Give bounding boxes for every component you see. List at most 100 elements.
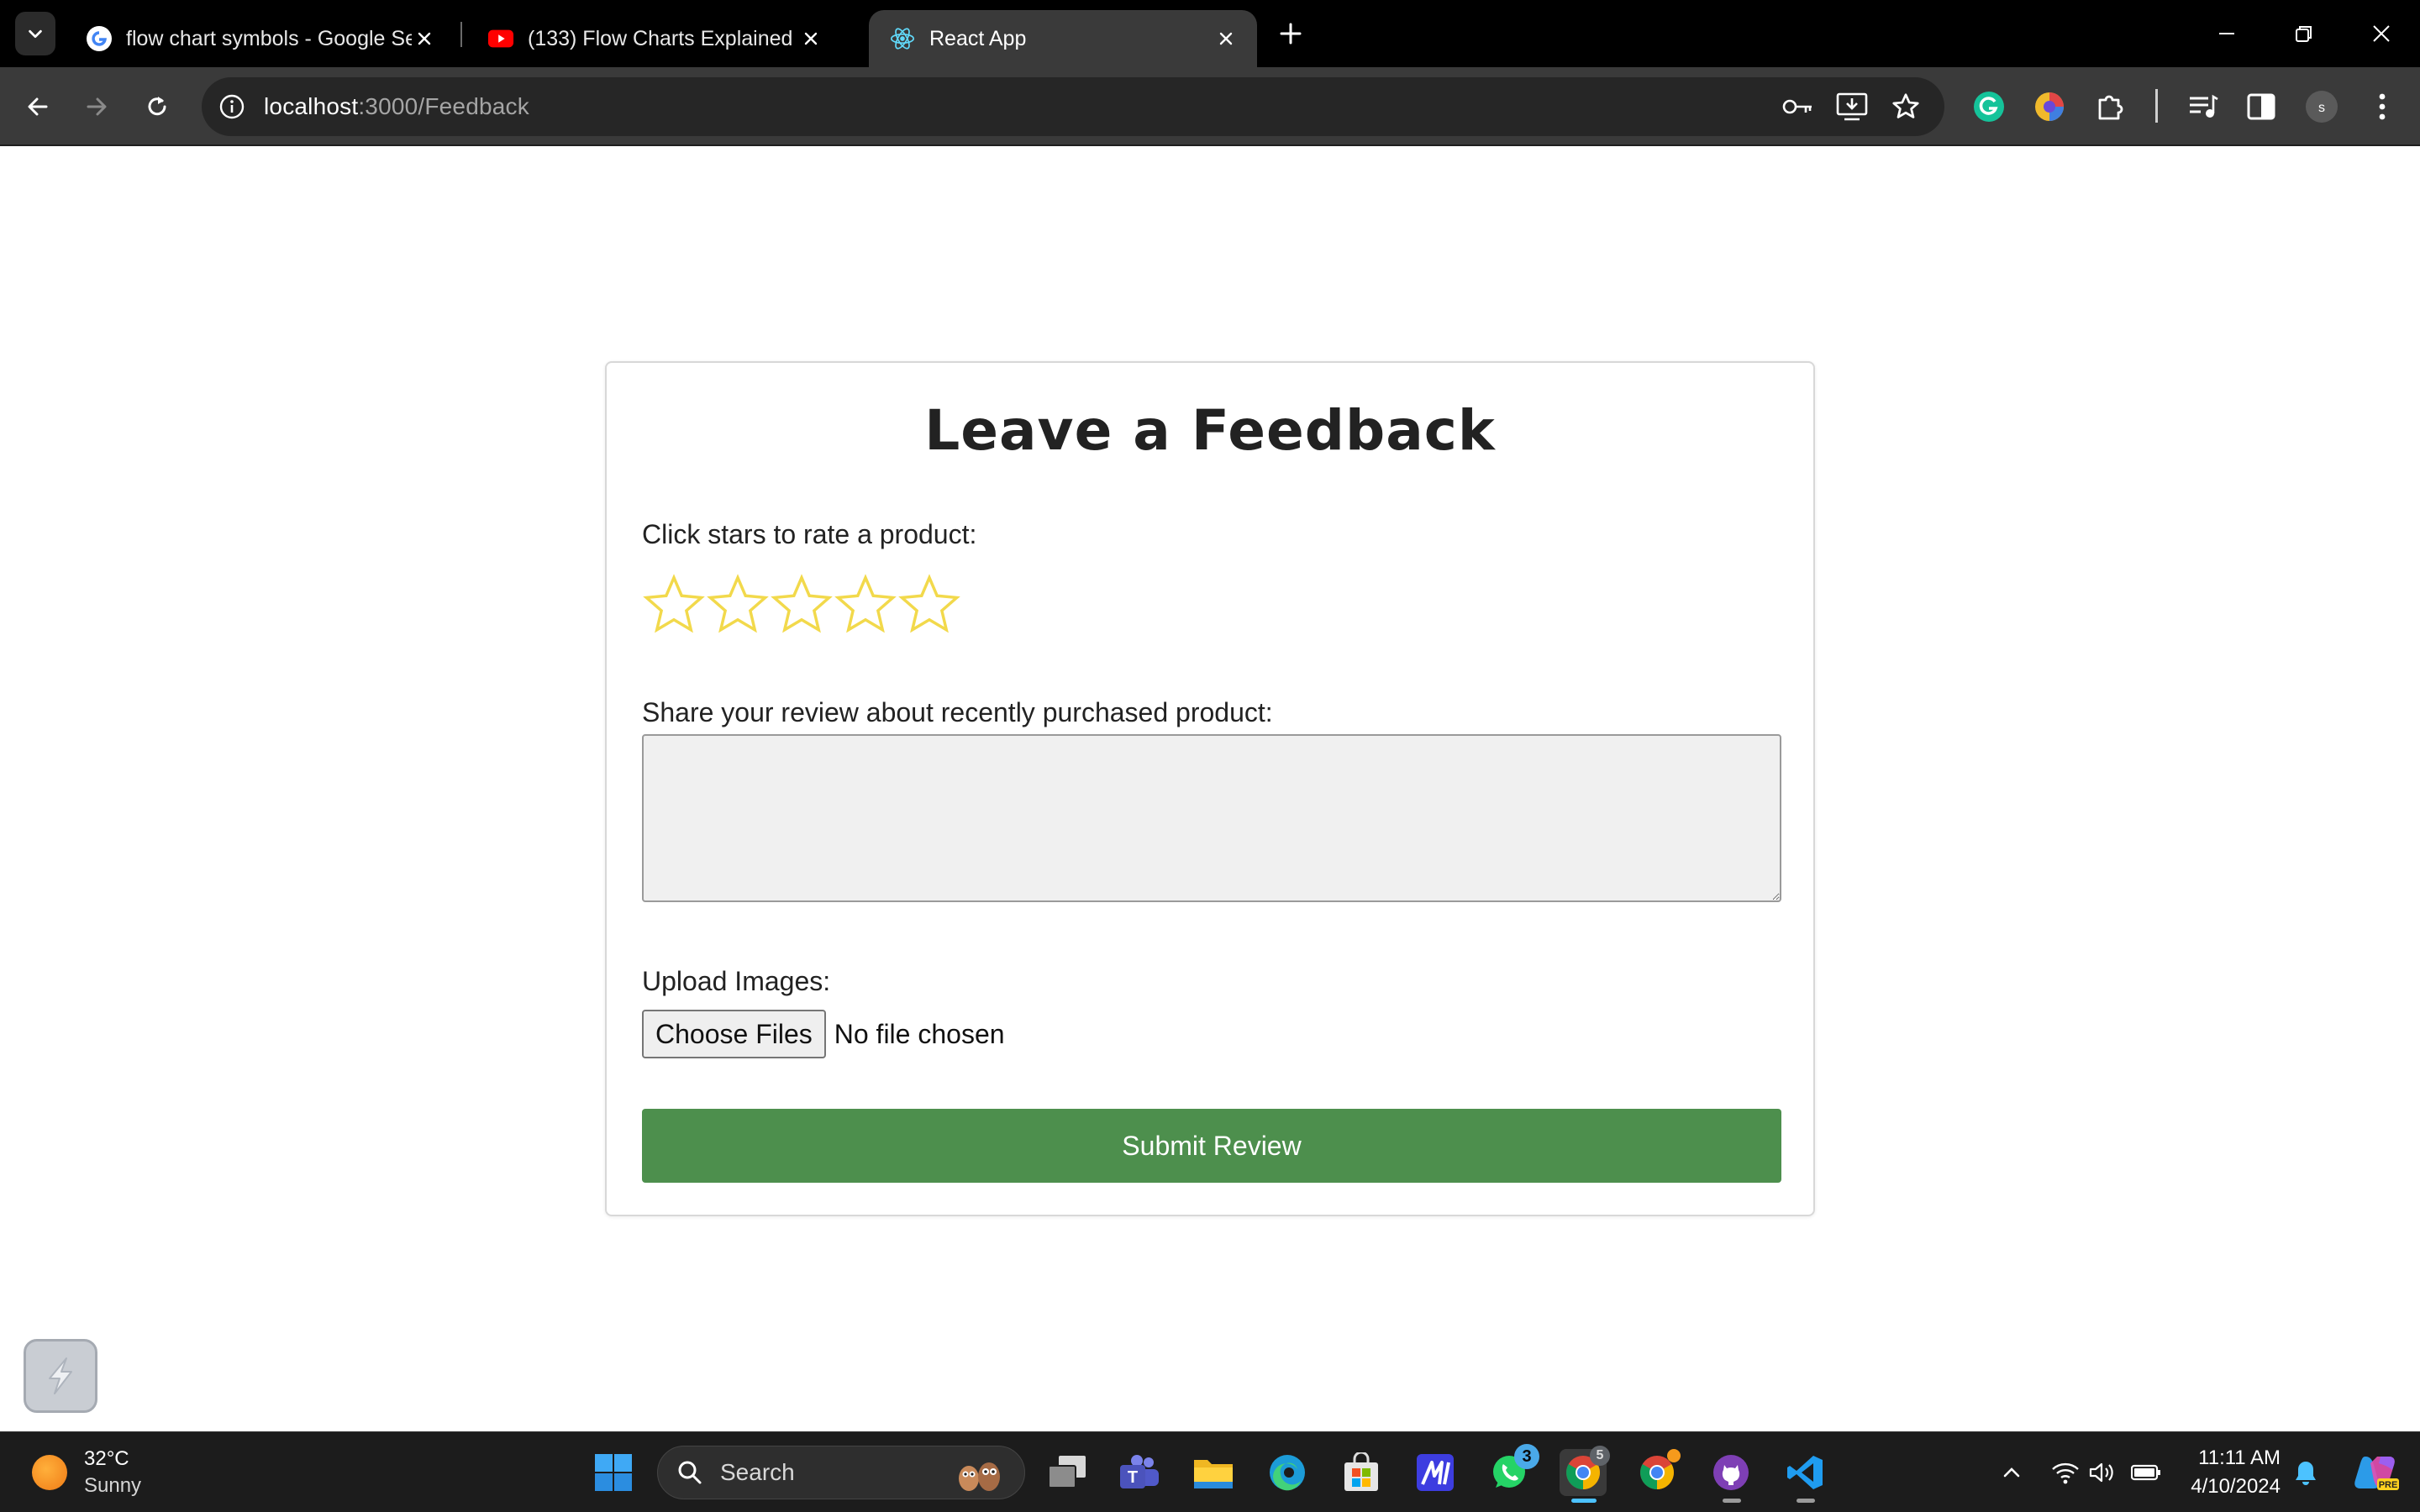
start-button[interactable] <box>590 1449 637 1496</box>
color-extension-icon[interactable] <box>2028 86 2070 128</box>
github-desktop-app[interactable] <box>1707 1449 1754 1503</box>
notification-bell-icon[interactable] <box>2291 1457 2321 1488</box>
review-label: Share your review about recently purchas… <box>642 697 1273 727</box>
edge-app[interactable] <box>1264 1449 1311 1496</box>
show-hidden-icons-chevron-up-icon[interactable] <box>1996 1457 2027 1488</box>
star-rating <box>642 573 961 637</box>
weather-desc: Sunny <box>84 1474 142 1497</box>
teams-app[interactable]: T 3 <box>1116 1449 1163 1496</box>
whatsapp-app[interactable]: 3 <box>1486 1444 1539 1496</box>
upload-label: Upload Images: <box>642 966 831 996</box>
reload-button[interactable] <box>136 86 178 128</box>
page-title: Leave a Feedback <box>924 398 1496 463</box>
floating-app-widget[interactable] <box>24 1339 97 1413</box>
editor-app[interactable] <box>1412 1449 1459 1496</box>
install-app-icon[interactable] <box>1835 90 1869 123</box>
tab-search-button[interactable] <box>15 12 55 55</box>
choose-files-button[interactable]: Choose Files <box>642 1010 826 1058</box>
tab-title: (133) Flow Charts Explained in S <box>528 26 798 50</box>
youtube-icon <box>487 25 514 52</box>
restore-icon <box>2296 26 2312 42</box>
new-tab-button[interactable] <box>1274 17 1307 50</box>
system-clock[interactable]: 11:11 AM 4/10/2024 <box>2176 1444 2281 1501</box>
search-placeholder: Search <box>720 1459 795 1485</box>
reading-list-icon[interactable] <box>2181 86 2223 128</box>
file-status-text: No file chosen <box>834 1018 1005 1049</box>
battery-icon[interactable] <box>2131 1457 2161 1488</box>
plus-icon <box>1280 23 1302 45</box>
rating-label: Click stars to rate a product: <box>642 519 977 549</box>
site-info-icon[interactable] <box>215 90 249 123</box>
reload-icon <box>148 97 166 116</box>
taskbar-search[interactable]: Search <box>657 1446 1025 1499</box>
star-3-icon[interactable] <box>770 573 834 637</box>
arrow-right-icon <box>87 97 107 116</box>
tab-title: flow chart symbols - Google Se <box>126 26 412 50</box>
windows-logo-icon <box>595 1454 632 1491</box>
review-textarea[interactable] <box>642 734 1781 902</box>
github-icon <box>1713 1455 1749 1490</box>
tab-youtube-video[interactable]: (133) Flow Charts Explained in S <box>467 10 842 67</box>
task-view-icon <box>1048 1456 1086 1488</box>
microsoft-store-app[interactable] <box>1338 1449 1385 1496</box>
vscode-icon <box>1787 1456 1823 1489</box>
toolbar-divider <box>2155 89 2158 123</box>
minimize-button[interactable] <box>2205 12 2249 55</box>
teams-icon: T <box>1120 1455 1159 1488</box>
close-icon[interactable] <box>412 26 437 51</box>
copilot-icon[interactable]: PRE <box>2351 1451 2400 1494</box>
side-panel-icon[interactable] <box>2240 86 2282 128</box>
folder-icon <box>1194 1460 1233 1488</box>
tab-react-app[interactable]: React App <box>869 10 1257 67</box>
grammarly-extension-icon[interactable] <box>1968 86 2010 128</box>
store-icon <box>1344 1452 1378 1491</box>
extensions-puzzle-icon[interactable] <box>2089 86 2131 128</box>
notification-badge: 5 <box>1590 1446 1610 1466</box>
owls-illustration-icon <box>959 1462 1000 1491</box>
chrome-app[interactable]: 5 <box>1560 1446 1610 1503</box>
close-window-button[interactable] <box>2360 12 2403 55</box>
close-icon[interactable] <box>1213 26 1239 51</box>
menu-kebab-icon[interactable] <box>2361 86 2403 128</box>
clock-date: 4/10/2024 <box>2191 1475 2281 1498</box>
file-explorer-app[interactable] <box>1190 1449 1237 1496</box>
star-1-icon[interactable] <box>642 573 706 637</box>
vscode-app[interactable] <box>1781 1449 1828 1503</box>
forward-button[interactable] <box>76 86 118 128</box>
close-icon[interactable] <box>798 26 823 51</box>
active-indicator <box>1571 1499 1597 1503</box>
url-host: localhost <box>264 93 359 119</box>
tab-bar: flow chart symbols - Google Se (133) Flo… <box>0 0 2420 67</box>
weather-widget[interactable]: 32°C Sunny <box>32 1446 141 1499</box>
url-text[interactable]: localhost:3000/Feedback <box>264 93 529 120</box>
svg-text:PRE: PRE <box>2379 1480 2398 1490</box>
tab-separator <box>460 22 462 47</box>
star-2-icon[interactable] <box>706 573 770 637</box>
submit-review-button[interactable]: Submit Review <box>642 1109 1781 1183</box>
tab-google-search[interactable]: flow chart symbols - Google Se <box>66 10 455 67</box>
password-key-icon[interactable] <box>1781 90 1815 123</box>
tab-title: React App <box>929 26 1027 50</box>
notification-badge: 3 <box>1514 1444 1539 1469</box>
react-icon <box>889 25 916 52</box>
star-5-icon[interactable] <box>897 573 961 637</box>
back-button[interactable] <box>17 86 59 128</box>
restore-button[interactable] <box>2282 12 2326 55</box>
wifi-icon[interactable] <box>2050 1457 2081 1488</box>
star-4-icon[interactable] <box>834 573 897 637</box>
volume-icon[interactable] <box>2087 1457 2118 1488</box>
lightning-logo-icon <box>49 1357 72 1394</box>
chevron-down-icon <box>29 29 42 39</box>
bookmark-star-icon[interactable] <box>1889 90 1923 123</box>
weather-temp: 32°C <box>84 1447 129 1470</box>
running-indicator <box>1797 1499 1815 1503</box>
chrome-profile-app[interactable] <box>1634 1449 1681 1496</box>
m-logo-icon <box>1417 1454 1454 1491</box>
minimize-icon <box>2219 33 2234 34</box>
google-g-icon <box>86 25 113 52</box>
close-icon <box>2373 25 2390 42</box>
sun-icon <box>32 1455 67 1490</box>
task-view-button[interactable] <box>1044 1449 1091 1496</box>
profile-avatar[interactable]: s <box>2301 86 2343 128</box>
address-bar[interactable]: localhost:3000/Feedback <box>202 77 1944 136</box>
